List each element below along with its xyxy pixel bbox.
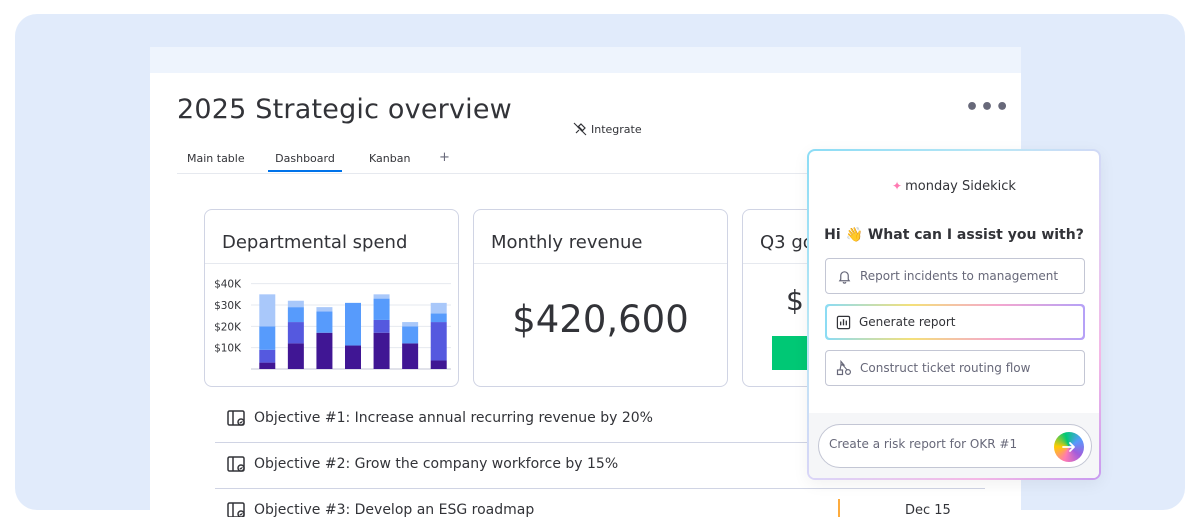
prompt-input[interactable] xyxy=(829,437,1049,451)
objective-label: Objective #3: Develop an ESG roadmap xyxy=(254,502,535,517)
bar-segment[interactable] xyxy=(259,362,276,369)
bar-segment[interactable] xyxy=(373,298,390,320)
bar-segment[interactable] xyxy=(345,345,361,369)
bar-segment[interactable] xyxy=(259,294,276,327)
widget-title: Q3 go xyxy=(760,232,814,253)
status-indicator xyxy=(838,499,840,517)
tab-main-table[interactable]: Main table xyxy=(187,152,245,170)
bar-segment[interactable] xyxy=(373,332,390,369)
bar-segment[interactable] xyxy=(287,322,304,344)
bar-segment[interactable] xyxy=(287,343,304,369)
option-report-incidents[interactable]: Report incidents to management xyxy=(825,258,1085,294)
board-title: 2025 Strategic overview xyxy=(177,94,512,125)
bar-segment[interactable] xyxy=(430,313,447,323)
integrate-button[interactable]: Integrate xyxy=(573,122,642,136)
flow-icon xyxy=(836,360,852,376)
sidekick-header: ✦ monday Sidekick xyxy=(809,179,1099,194)
tab-kanban[interactable]: Kanban xyxy=(369,152,410,170)
y-tick-label: $20K xyxy=(214,321,242,333)
bar-segment[interactable] xyxy=(402,326,419,344)
list-item[interactable]: Objective #3: Develop an ESG roadmap Dec… xyxy=(215,489,985,517)
bar-segment[interactable] xyxy=(287,300,304,308)
y-tick-label: $40K xyxy=(214,279,242,291)
q3-value: $ xyxy=(786,284,804,317)
arrow-right-icon xyxy=(1062,442,1075,452)
widget-title: Departmental spend xyxy=(222,232,408,253)
revenue-value: $420,600 xyxy=(512,298,689,341)
widget-divider xyxy=(205,263,458,264)
widget-title: Monthly revenue xyxy=(491,232,643,253)
y-tick-label: $10K xyxy=(214,343,242,355)
board-top-strip xyxy=(150,47,1021,73)
integrate-label: Integrate xyxy=(591,122,642,136)
bar-segment[interactable] xyxy=(316,307,333,312)
monthly-revenue-widget[interactable]: Monthly revenue $420,600 xyxy=(473,209,728,387)
report-icon xyxy=(835,314,851,330)
objective-date: Dec 15 xyxy=(905,503,951,517)
objective-label: Objective #1: Increase annual recurring … xyxy=(254,410,653,426)
option-generate-report[interactable]: Generate report xyxy=(825,304,1085,340)
sidekick-panel: ✦ monday Sidekick Hi 👋 What can I assist … xyxy=(807,149,1101,480)
sparkle-icon: ✦ xyxy=(892,179,903,193)
bar-segment[interactable] xyxy=(373,294,390,299)
option-label: Generate report xyxy=(859,315,956,329)
y-tick-label: $30K xyxy=(214,300,242,312)
send-button[interactable] xyxy=(1054,432,1084,462)
stacked-bar-chart: $40K $30K $20K $10K xyxy=(214,279,451,370)
add-view-button[interactable]: + xyxy=(439,150,450,170)
bar-segment[interactable] xyxy=(316,332,333,369)
bar-segment[interactable] xyxy=(259,349,276,363)
widget-divider xyxy=(474,263,727,264)
objective-icon xyxy=(227,502,245,517)
sidekick-footer xyxy=(809,413,1099,478)
bar-segment[interactable] xyxy=(402,322,419,327)
q3-progress-bar xyxy=(772,336,812,370)
objective-icon xyxy=(227,410,245,426)
bar-segment[interactable] xyxy=(287,307,304,323)
bar-segment[interactable] xyxy=(402,343,419,369)
view-tabs: Main table Dashboard Kanban + xyxy=(177,150,877,174)
departmental-spend-widget[interactable]: Departmental spend $40K $30K $20K $10K xyxy=(204,209,459,387)
sidekick-greeting: Hi 👋 What can I assist you with? xyxy=(824,227,1084,243)
sidekick-brand: monday Sidekick xyxy=(905,179,1016,194)
bell-icon xyxy=(836,268,852,284)
bar-segment[interactable] xyxy=(373,319,390,333)
objective-label: Objective #2: Grow the company workforce… xyxy=(254,456,619,472)
bar-segment[interactable] xyxy=(430,302,447,314)
bar-segment[interactable] xyxy=(430,322,447,361)
option-label: Report incidents to management xyxy=(860,269,1059,283)
bar-segment[interactable] xyxy=(430,360,447,369)
sidekick-prompt-box[interactable] xyxy=(818,424,1092,468)
option-construct-routing-flow[interactable]: Construct ticket routing flow xyxy=(825,350,1085,386)
integrate-icon xyxy=(573,122,587,136)
more-options-icon[interactable]: ••• xyxy=(965,97,1010,119)
bar-segment[interactable] xyxy=(259,326,276,350)
objective-icon xyxy=(227,456,245,472)
option-label: Construct ticket routing flow xyxy=(860,361,1031,375)
bar-segment[interactable] xyxy=(316,311,333,333)
bar-segment[interactable] xyxy=(345,302,361,346)
tab-dashboard[interactable]: Dashboard xyxy=(268,152,342,172)
